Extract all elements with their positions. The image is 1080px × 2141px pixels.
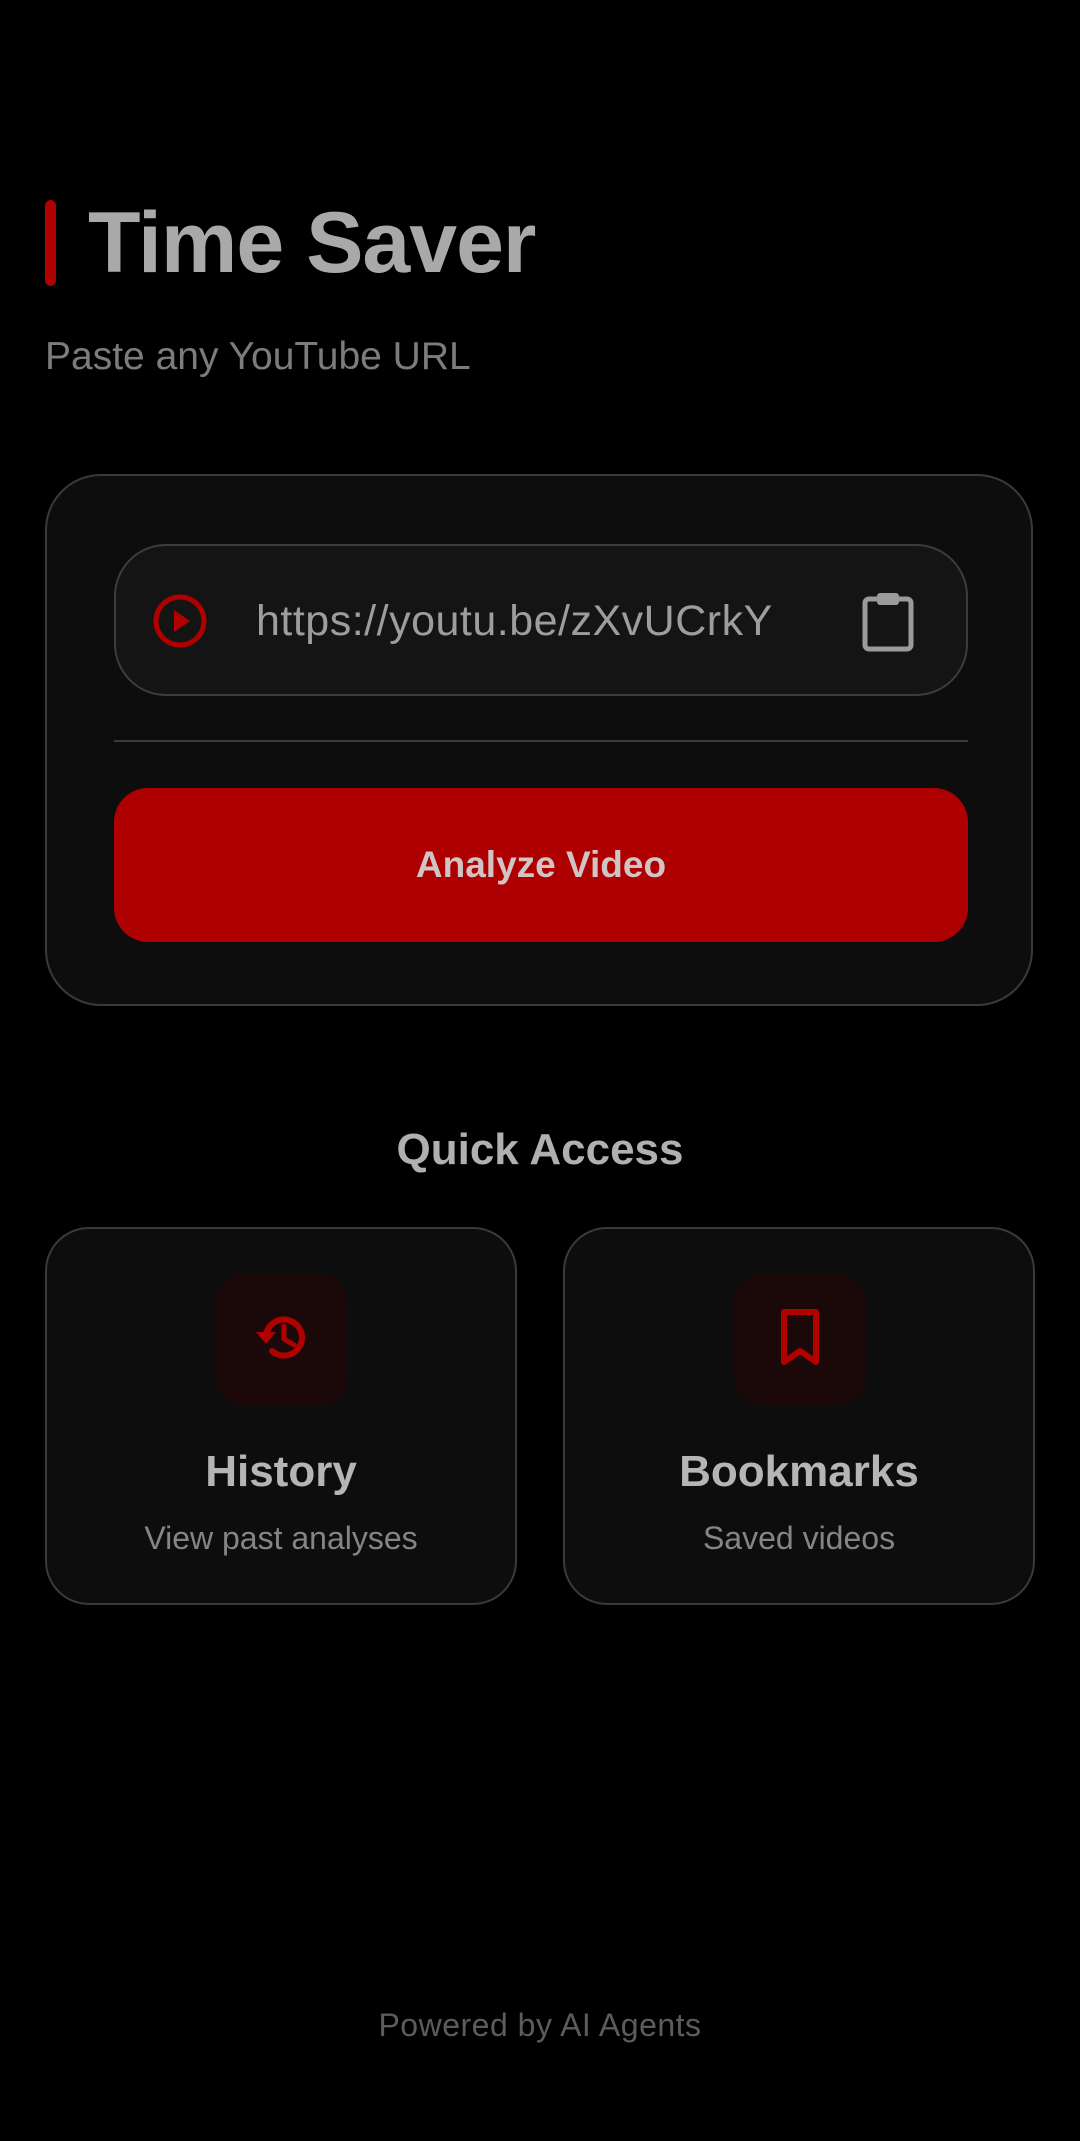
play-circle-icon — [152, 593, 208, 649]
history-icon-box — [216, 1274, 348, 1406]
history-subtitle: View past analyses — [144, 1520, 418, 1556]
bookmarks-icon-box — [734, 1274, 866, 1406]
history-tile[interactable]: History View past analyses — [45, 1227, 517, 1605]
footer-text: Powered by AI Agents — [378, 2007, 702, 2043]
url-card: https://youtu.be/zXvUCrkY Analyze Video — [45, 474, 1033, 1006]
bookmark-icon — [772, 1306, 828, 1375]
clipboard-paste-icon[interactable] — [860, 590, 916, 652]
url-input-value[interactable]: https://youtu.be/zXvUCrkY — [256, 590, 804, 652]
quick-access-title: Quick Access — [396, 1125, 684, 1174]
history-icon — [250, 1306, 314, 1375]
url-input-field[interactable]: https://youtu.be/zXvUCrkY — [114, 544, 968, 696]
title-accent-bar — [45, 200, 56, 286]
bookmarks-title: Bookmarks — [679, 1447, 919, 1496]
history-title: History — [205, 1447, 357, 1496]
bookmarks-tile[interactable]: Bookmarks Saved videos — [563, 1227, 1035, 1605]
bookmarks-subtitle: Saved videos — [702, 1520, 896, 1556]
analyze-video-button[interactable]: Analyze Video — [114, 788, 968, 942]
card-divider — [114, 740, 968, 742]
app-title: Time Saver — [88, 195, 536, 291]
app-subtitle: Paste any YouTube URL — [45, 335, 471, 378]
